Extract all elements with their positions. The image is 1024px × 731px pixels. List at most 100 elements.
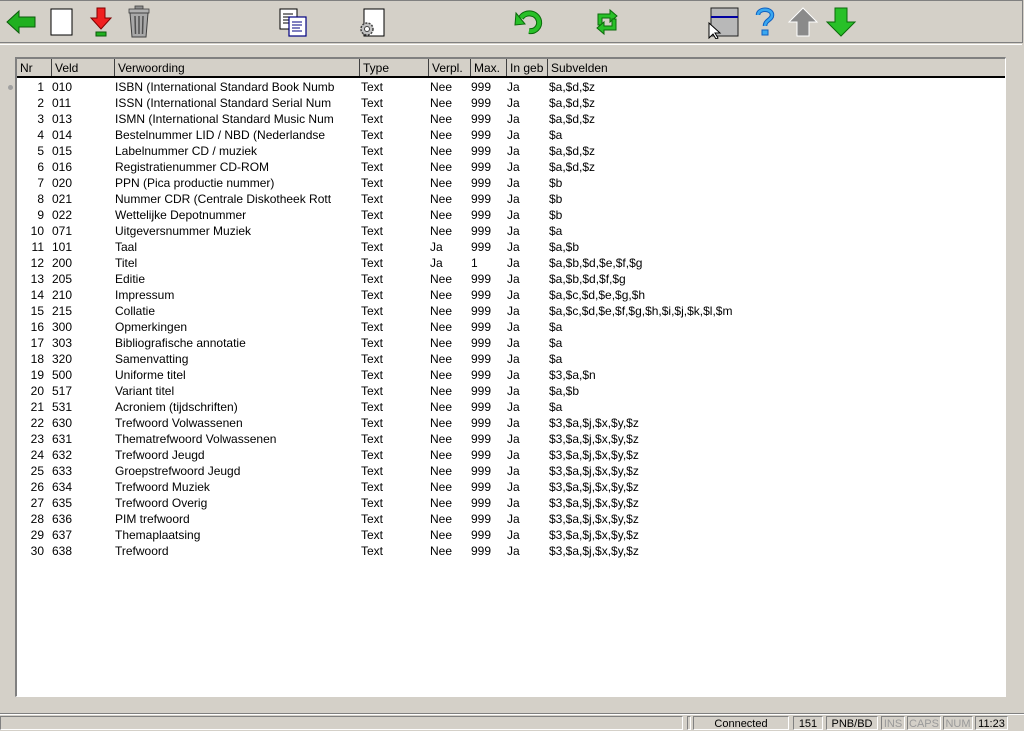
- table-row[interactable]: 23 631 Thematrefwoord Volwassenen Text Nee 99…: [17, 431, 1005, 447]
- row-verwoording: Registratienummer CD-ROM: [115, 160, 270, 174]
- column-header-verpl[interactable]: Verpl.: [429, 59, 471, 76]
- row-verplicht: Nee: [430, 160, 453, 174]
- row-verwoording: Collatie: [115, 304, 156, 318]
- column-header-type[interactable]: Type: [360, 59, 429, 76]
- row-veld: 634: [52, 480, 73, 494]
- back-button[interactable]: [4, 5, 38, 39]
- table-row[interactable]: 2 011 ISSN (International Standard Serial …: [17, 95, 1005, 111]
- row-max: 999: [471, 448, 492, 462]
- row-verplicht: Nee: [430, 384, 453, 398]
- select-window-button[interactable]: [706, 5, 740, 39]
- table-row[interactable]: 11 101 Taal Text Ja 999 Ja $a,$b: [17, 239, 1005, 255]
- table-row[interactable]: 29 637 Themaplaatsing Text Nee 999 Ja $3,$a,$j,…: [17, 527, 1005, 543]
- row-verwoording: ISSN (International Standard Serial Num: [115, 96, 332, 110]
- table-row[interactable]: 6 016 Registratienummer CD-ROM Text Nee 999 Ja…: [17, 159, 1005, 175]
- row-verwoording: ISBN (International Standard Book Numb: [115, 80, 335, 94]
- table-row[interactable]: 15 215 Collatie Text Nee 999 Ja $a,$c,$d,$e,$f,…: [17, 303, 1005, 319]
- table-row[interactable]: 19 500 Uniforme titel Text Nee 999 Ja $3,$a,$n: [17, 367, 1005, 383]
- table-row[interactable]: 18 320 Samenvatting Text Nee 999 Ja $a: [17, 351, 1005, 367]
- table-row[interactable]: 21 531 Acroniem (tijdschriften) Text Nee 999 J…: [17, 399, 1005, 415]
- row-in-gebruik: Ja: [507, 192, 520, 206]
- copy-button[interactable]: [276, 5, 310, 39]
- refresh-button[interactable]: [590, 5, 624, 39]
- table-row[interactable]: 27 635 Trefwoord Overig Text Nee 999 Ja $3,$a,$…: [17, 495, 1005, 511]
- row-in-gebruik: Ja: [507, 544, 520, 558]
- row-nr: 9: [37, 208, 44, 222]
- arrow-up-icon: [787, 7, 819, 37]
- row-nr: 13: [30, 272, 44, 286]
- row-type: Text: [361, 352, 384, 366]
- move-down-button[interactable]: [824, 5, 858, 39]
- column-header-subvelden[interactable]: Subvelden: [548, 59, 1004, 76]
- row-in-gebruik: Ja: [507, 464, 520, 478]
- new-document-icon: [50, 8, 73, 36]
- row-type: Text: [361, 368, 384, 382]
- table-row[interactable]: 26 634 Trefwoord Muziek Text Nee 999 Ja $3,$a,$…: [17, 479, 1005, 495]
- settings-button[interactable]: [354, 5, 388, 39]
- table-row[interactable]: 12 200 Titel Text Ja 1 Ja $a,$b,$d,$e,$f,$g: [17, 255, 1005, 271]
- table-row[interactable]: 22 630 Trefwoord Volwassenen Text Nee 999 Ja $3…: [17, 415, 1005, 431]
- row-verwoording: Wettelijke Depotnummer: [115, 208, 247, 222]
- row-in-gebruik: Ja: [507, 160, 520, 174]
- help-button[interactable]: [748, 5, 782, 39]
- table-row[interactable]: 4 014 Bestelnummer LID / NBD (Nederlandse T…: [17, 127, 1005, 143]
- table-row[interactable]: 17 303 Bibliografische annotatie Text Nee 999…: [17, 335, 1005, 351]
- download-button[interactable]: [84, 5, 118, 39]
- row-veld: 303: [52, 336, 73, 350]
- row-max: 999: [471, 224, 492, 238]
- row-veld: 011: [52, 96, 72, 110]
- row-verplicht: Nee: [430, 144, 453, 158]
- row-type: Text: [361, 528, 384, 542]
- row-verwoording: ISMN (International Standard Music Num: [115, 112, 334, 126]
- column-header-max[interactable]: Max.: [471, 59, 507, 76]
- column-header-verwoording[interactable]: Verwoording: [115, 59, 360, 76]
- row-max: 999: [471, 144, 492, 158]
- row-subvelden: $a: [549, 128, 563, 142]
- row-subvelden: $b: [549, 208, 563, 222]
- row-subvelden: $3,$a,$j,$x,$y,$z: [549, 512, 639, 526]
- table-row[interactable]: 14 210 Impressum Text Nee 999 Ja $a,$c,$d,$e,$g…: [17, 287, 1005, 303]
- table-row[interactable]: 10 071 Uitgeversnummer Muziek Text Nee 999 Ja $…: [17, 223, 1005, 239]
- row-verwoording: Uniforme titel: [115, 368, 186, 382]
- table-row[interactable]: 30 638 Trefwoord Text Nee 999 Ja $3,$a,$j,$x,$y…: [17, 543, 1005, 559]
- row-type: Text: [361, 416, 384, 430]
- table-row[interactable]: 25 633 Groepstrefwoord Jeugd Text Nee 999 Ja $3…: [17, 463, 1005, 479]
- row-nr: 4: [37, 128, 44, 142]
- table-row[interactable]: 9 022 Wettelijke Depotnummer Text Nee 999 Ja $b: [17, 207, 1005, 223]
- row-verplicht: Nee: [430, 464, 453, 478]
- delete-button[interactable]: [122, 5, 156, 39]
- row-type: Text: [361, 80, 384, 94]
- row-type: Text: [361, 464, 384, 478]
- help-icon: [755, 7, 775, 36]
- row-nr: 14: [30, 288, 44, 302]
- undo-button[interactable]: [512, 5, 546, 39]
- table-row[interactable]: 16 300 Opmerkingen Text Nee 999 Ja $a: [17, 319, 1005, 335]
- row-type: Text: [361, 336, 384, 350]
- table-row[interactable]: 7 020 PPN (Pica productie nummer) Text Nee 99…: [17, 175, 1005, 191]
- row-nr: 10: [30, 224, 44, 238]
- column-header-nr[interactable]: Nr: [17, 59, 52, 76]
- table-row[interactable]: 24 632 Trefwoord Jeugd Text Nee 999 Ja $3,$a,$j…: [17, 447, 1005, 463]
- table-row[interactable]: 1 010 ISBN (International Standard Book Nu…: [17, 79, 1005, 95]
- row-verplicht: Nee: [430, 192, 453, 206]
- table-row[interactable]: 5 015 Labelnummer CD / muziek Text Nee 999 Ja $…: [17, 143, 1005, 159]
- table-row[interactable]: 13 205 Editie Text Nee 999 Ja $a,$b,$d,$f,$g: [17, 271, 1005, 287]
- row-type: Text: [361, 144, 384, 158]
- row-max: 999: [471, 384, 492, 398]
- row-nr: 2: [37, 96, 44, 110]
- move-up-button[interactable]: [786, 5, 820, 39]
- table-row[interactable]: 20 517 Variant titel Text Nee 999 Ja $a,$b: [17, 383, 1005, 399]
- row-nr: 23: [30, 432, 44, 446]
- table-row[interactable]: 28 636 PIM trefwoord Text Nee 999 Ja $3,$a,$j,$…: [17, 511, 1005, 527]
- column-header-in-geb[interactable]: In geb: [507, 59, 548, 76]
- column-header-veld[interactable]: Veld: [52, 59, 115, 76]
- clock: 11:23: [975, 716, 1008, 730]
- row-verplicht: Nee: [430, 128, 453, 142]
- row-in-gebruik: Ja: [507, 224, 520, 238]
- table-row[interactable]: 8 021 Nummer CDR (Centrale Diskotheek Rott…: [17, 191, 1005, 207]
- table-row[interactable]: 3 013 ISMN (International Standard Music N…: [17, 111, 1005, 127]
- row-subvelden: $a,$b,$d,$e,$f,$g: [549, 256, 643, 270]
- row-subvelden: $a: [549, 352, 563, 366]
- row-verplicht: Nee: [430, 208, 453, 222]
- new-button[interactable]: [44, 5, 78, 39]
